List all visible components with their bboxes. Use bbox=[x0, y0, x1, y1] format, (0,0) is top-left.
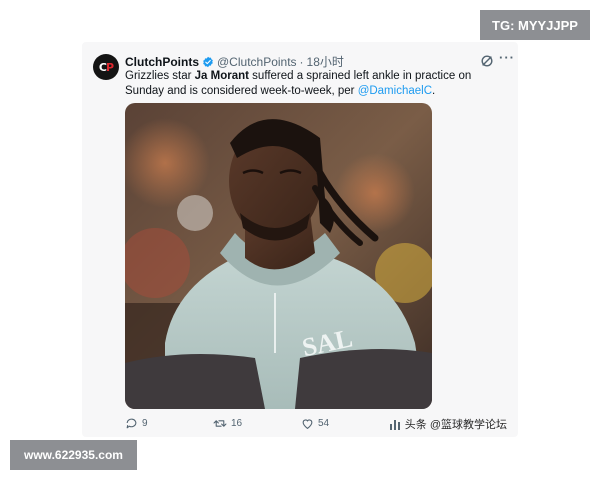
avatar-logo-text: CP bbox=[98, 60, 114, 74]
tweet-photo[interactable]: SAL bbox=[125, 103, 432, 409]
timestamp[interactable]: 18小时 bbox=[307, 53, 344, 70]
more-options-icon[interactable]: ··· bbox=[499, 50, 515, 65]
like-count: 54 bbox=[318, 418, 330, 429]
mentioned-player: Ja Morant bbox=[194, 70, 249, 82]
toutiao-watermark: 头条 @篮球教学论坛 bbox=[389, 416, 507, 432]
tweet-text: Grizzlies star Ja Morant suffered a spra… bbox=[125, 70, 472, 97]
repost-icon bbox=[213, 420, 227, 427]
player-photo-illustration: SAL bbox=[125, 103, 432, 409]
tweet-actions: 9 16 54 头条 @篮球教学论坛 bbox=[125, 414, 515, 434]
like-button[interactable]: 54 bbox=[301, 417, 329, 430]
avatar[interactable]: CP bbox=[93, 54, 119, 80]
reply-button[interactable]: 9 bbox=[125, 417, 148, 430]
corner-badge-bottom: www.622935.com bbox=[10, 440, 137, 470]
mention-link[interactable]: @DamichaelC bbox=[358, 85, 432, 97]
reply-icon bbox=[126, 418, 137, 429]
grok-icon[interactable] bbox=[480, 54, 494, 68]
repost-count: 16 bbox=[231, 418, 243, 429]
corner-badge-top: TG: MYYJJPP bbox=[480, 10, 590, 40]
tweet-header: ClutchPoints @ClutchPoints · 18小时 bbox=[125, 53, 344, 70]
display-name[interactable]: ClutchPoints bbox=[125, 55, 199, 69]
reply-count: 9 bbox=[142, 418, 148, 429]
handle[interactable]: @ClutchPoints bbox=[217, 55, 297, 69]
tweet-card[interactable]: CP ClutchPoints @ClutchPoints · 18小时 ···… bbox=[82, 42, 518, 437]
repost-button[interactable]: 16 bbox=[213, 417, 242, 430]
separator-dot: · bbox=[299, 54, 304, 69]
heart-icon bbox=[302, 419, 313, 430]
watermark-text: 头条 @篮球教学论坛 bbox=[404, 419, 507, 431]
views-chart-icon bbox=[389, 419, 400, 430]
verified-badge-icon bbox=[203, 56, 213, 67]
